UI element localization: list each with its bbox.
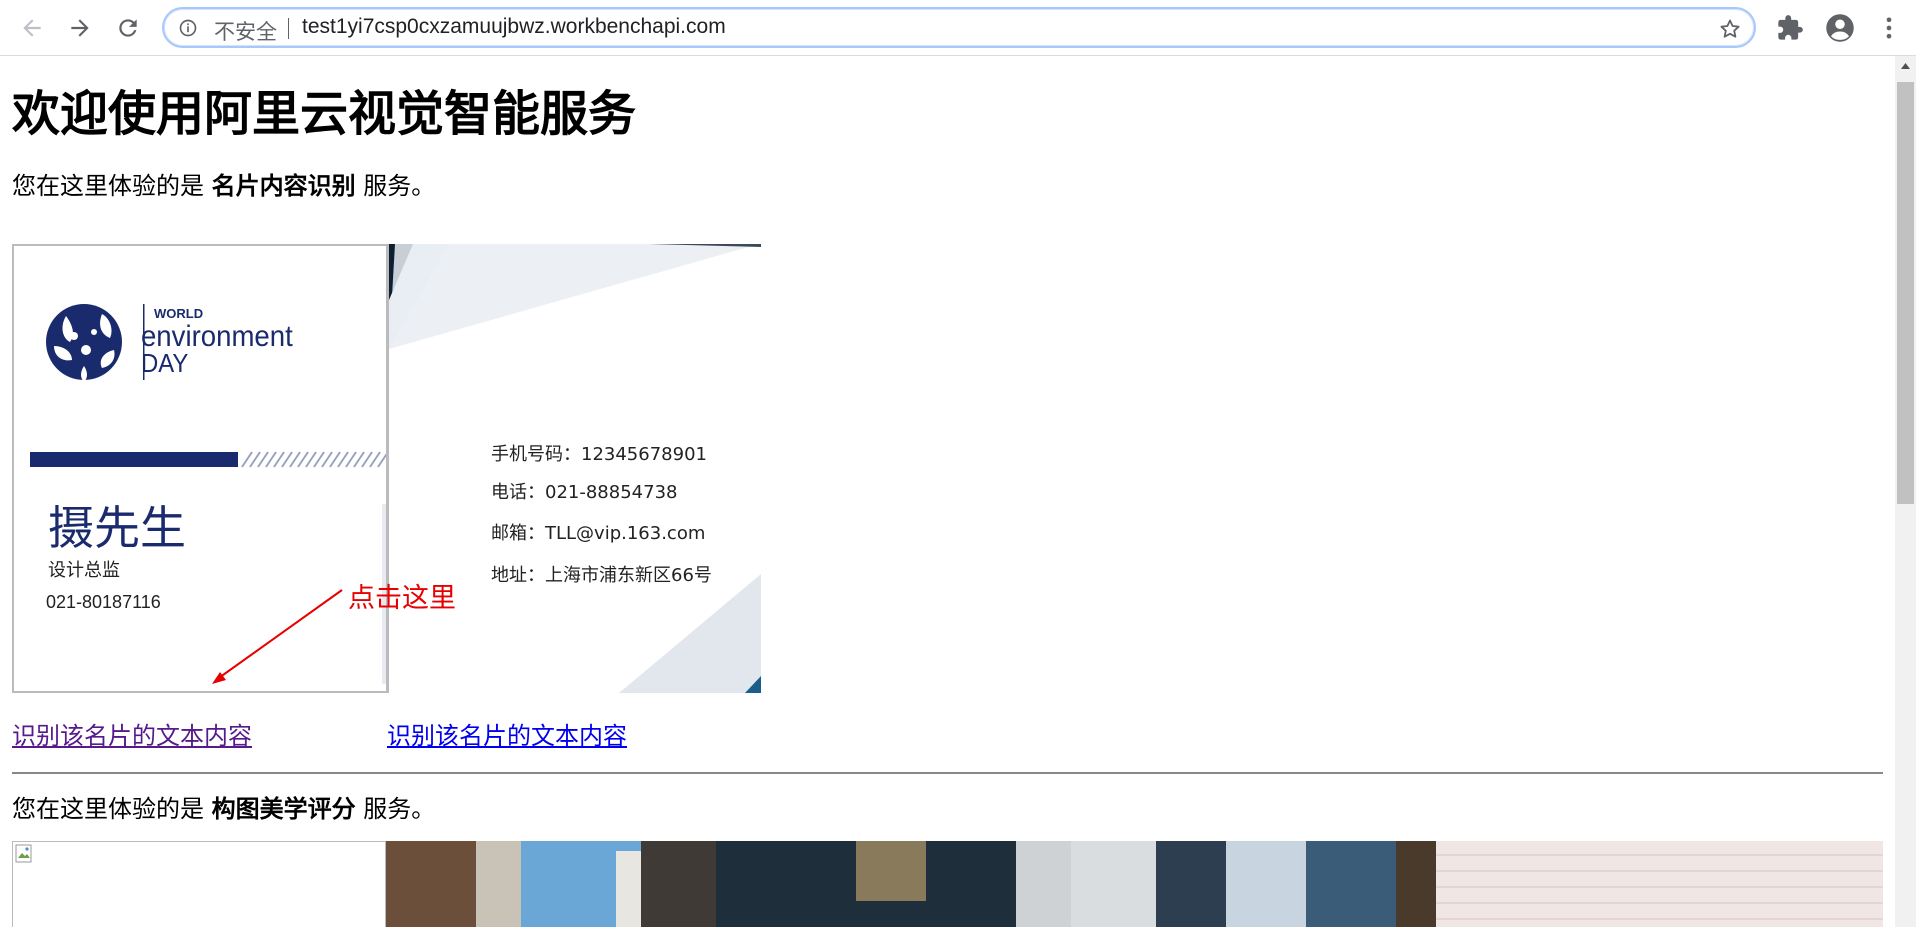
business-card-back-art: 手机号码：12345678901 电话：021-88854738 邮箱：TLL@… bbox=[389, 244, 761, 693]
forward-button[interactable] bbox=[62, 10, 98, 46]
card-position-text: 设计总监 bbox=[48, 560, 120, 581]
logo-day-text: DAY bbox=[141, 349, 189, 378]
scrollbar-thumb[interactable] bbox=[1897, 82, 1914, 504]
section1-intro: 您在这里体验的是 名片内容识别 服务。 bbox=[12, 166, 435, 201]
reload-button[interactable] bbox=[110, 10, 146, 46]
section2-suffix: 服务。 bbox=[355, 795, 436, 823]
section1-service-name: 名片内容识别 bbox=[211, 172, 356, 200]
url-text[interactable]: test1yi7csp0cxzamuujbwz.workbenchapi.com bbox=[302, 15, 726, 39]
broken-image-icon bbox=[15, 844, 32, 863]
security-label[interactable]: 不安全 bbox=[214, 16, 277, 46]
section-divider bbox=[12, 772, 1883, 774]
annotation-click-here: 点击这里 bbox=[348, 583, 456, 614]
back-button[interactable] bbox=[14, 10, 50, 46]
bookmark-star-icon[interactable] bbox=[1718, 17, 1742, 41]
card-address-text: 地址：上海市浦东新区66号 bbox=[491, 565, 712, 586]
city-photo-strip[interactable] bbox=[386, 841, 1883, 927]
omnibox-separator bbox=[288, 18, 289, 39]
menu-kebab-icon[interactable] bbox=[1875, 14, 1903, 42]
section2-service-name: 构图美学评分 bbox=[211, 795, 356, 823]
annotation-arrow bbox=[212, 589, 343, 684]
vertical-scrollbar[interactable] bbox=[1895, 56, 1916, 927]
broken-image-placeholder[interactable] bbox=[12, 841, 386, 927]
arrow-left-icon bbox=[23, 19, 41, 37]
info-icon[interactable] bbox=[178, 18, 198, 38]
profile-avatar-icon[interactable] bbox=[1825, 13, 1855, 43]
section2-intro: 您在这里体验的是 构图美学评分 服务。 bbox=[12, 789, 435, 824]
card-phone-text: 021-80187116 bbox=[46, 592, 161, 612]
logo-world-text: WORLD bbox=[154, 306, 203, 321]
extensions-puzzle-icon[interactable] bbox=[1776, 14, 1804, 42]
recognize-card-link-2[interactable]: 识别该名片的文本内容 bbox=[387, 716, 627, 751]
browser-toolbar: 不安全 test1yi7csp0cxzamuujbwz.workbenchapi… bbox=[0, 0, 1916, 56]
card-name-text: 摄先生 bbox=[48, 501, 186, 555]
card-mobile-text: 手机号码：12345678901 bbox=[491, 444, 707, 465]
scroll-up-arrow-icon[interactable] bbox=[1895, 56, 1916, 77]
leaf-logo-icon bbox=[46, 304, 122, 382]
arrow-right-icon bbox=[71, 19, 89, 37]
hatch-stripe bbox=[241, 451, 386, 468]
recognize-card-link-1[interactable]: 识别该名片的文本内容 bbox=[12, 716, 252, 751]
city-photo-art bbox=[386, 841, 1883, 927]
business-card-back-image[interactable]: 手机号码：12345678901 电话：021-88854738 邮箱：TLL@… bbox=[387, 244, 761, 693]
section1-suffix: 服务。 bbox=[355, 172, 436, 200]
card-tel-text: 电话：021-88854738 bbox=[491, 482, 677, 503]
section2-prefix: 您在这里体验的是 bbox=[12, 795, 212, 823]
card-email-text: 邮箱：TLL@vip.163.com bbox=[491, 523, 705, 544]
page-content: 欢迎使用阿里云视觉智能服务 您在这里体验的是 名片内容识别 服务。 WORLD … bbox=[0, 56, 1895, 927]
reload-icon bbox=[119, 19, 137, 37]
section1-prefix: 您在这里体验的是 bbox=[12, 172, 212, 200]
address-bar[interactable]: 不安全 test1yi7csp0cxzamuujbwz.workbenchapi… bbox=[162, 7, 1756, 48]
page-title: 欢迎使用阿里云视觉智能服务 bbox=[12, 86, 637, 142]
